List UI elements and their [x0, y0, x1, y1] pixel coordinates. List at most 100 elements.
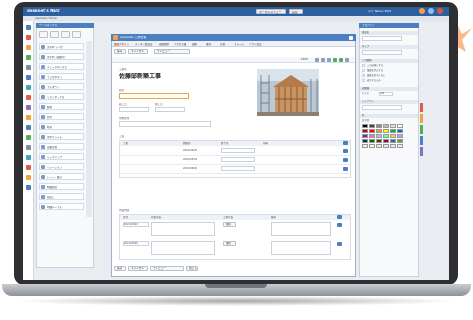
color-swatch[interactable] — [390, 139, 396, 143]
report-icon[interactable] — [26, 175, 31, 180]
color-swatch[interactable] — [383, 144, 389, 148]
color-swatch[interactable] — [397, 134, 403, 138]
property-input[interactable] — [362, 50, 402, 55]
toolbox-item[interactable]: ルックアップ — [39, 153, 84, 160]
home-icon[interactable] — [26, 25, 31, 30]
toolbox-item[interactable]: 自動計算 — [39, 143, 84, 150]
editor-tab[interactable]: 計算 — [220, 43, 225, 47]
color-swatch[interactable] — [369, 144, 375, 148]
color-swatch[interactable] — [362, 134, 368, 138]
detail-note-input[interactable] — [271, 222, 331, 236]
toolbox-item[interactable]: ラジオボタン — [39, 73, 84, 80]
schedule-icon[interactable] — [26, 35, 31, 40]
toolbox-item[interactable]: 日付 — [39, 113, 84, 120]
toolbox-item[interactable]: レーン・集計 — [39, 173, 84, 180]
grid-icon[interactable] — [327, 58, 331, 62]
address-icon[interactable] — [26, 105, 31, 110]
side-tab-purple[interactable] — [420, 147, 423, 156]
settings-button[interactable]: 設定 — [289, 9, 303, 14]
color-swatch[interactable] — [383, 129, 389, 133]
toolbox-item[interactable]: チェックボックス — [39, 63, 84, 70]
board-icon[interactable] — [26, 55, 31, 60]
bottom-save-button[interactable]: 保存 — [114, 266, 126, 271]
bottom-cancel-button[interactable]: キャンセル — [128, 266, 148, 271]
editor-tab[interactable]: 通知 — [192, 43, 197, 47]
color-swatch[interactable] — [397, 124, 403, 128]
bottom-close-button[interactable]: 閉じる — [186, 266, 198, 271]
toolbox-tool-frame[interactable] — [61, 31, 70, 38]
redo-icon[interactable] — [321, 58, 325, 62]
start-date-input[interactable] — [119, 107, 149, 112]
zoom-level[interactable]: 100% — [301, 58, 308, 62]
delete-icon[interactable] — [345, 58, 349, 62]
undo-icon[interactable] — [315, 58, 319, 62]
color-swatch[interactable] — [362, 129, 368, 133]
tab-active[interactable]: 部品デザイン — [114, 43, 129, 47]
toolbox-item[interactable]: 明細部品 — [39, 183, 84, 190]
toolbox-item[interactable]: 文字列（一行） — [39, 43, 84, 50]
detail-select-button[interactable]: 選択 — [223, 241, 236, 246]
mail-icon[interactable] — [26, 45, 31, 50]
detail-select-button[interactable]: 選択 — [223, 222, 236, 227]
detail-row-icon[interactable] — [337, 241, 342, 246]
color-swatch[interactable] — [369, 124, 375, 128]
color-swatch[interactable] — [390, 134, 396, 138]
property-input[interactable] — [362, 105, 402, 110]
property-checkbox[interactable] — [362, 74, 365, 77]
color-swatch[interactable] — [376, 134, 382, 138]
owner-field-input[interactable] — [119, 93, 189, 99]
color-swatch[interactable] — [376, 144, 382, 148]
site-address-input[interactable] — [119, 121, 211, 127]
toolbox-tool-image[interactable] — [72, 31, 81, 38]
editor-tab[interactable]: アプリ設定 — [249, 43, 262, 47]
toolbox-item[interactable]: 添付ファイル — [39, 133, 84, 140]
document-icon[interactable] — [26, 65, 31, 70]
color-swatch[interactable] — [383, 139, 389, 143]
close-icon[interactable] — [349, 35, 353, 40]
bottom-preview-button[interactable]: プレビュー — [150, 266, 184, 271]
color-swatch[interactable] — [362, 139, 368, 143]
toolbox-item[interactable]: 見出し — [39, 193, 84, 200]
toolbox-item[interactable]: プルダウン — [39, 83, 84, 90]
property-checkbox[interactable] — [362, 64, 365, 67]
toolbox-item[interactable]: 時刻 — [39, 123, 84, 130]
side-tab-green[interactable] — [420, 125, 423, 134]
toolbox-item[interactable]: リレーション — [39, 163, 84, 170]
circular-icon[interactable] — [26, 115, 31, 120]
color-swatch[interactable] — [376, 139, 382, 143]
user-avatar-icon[interactable] — [419, 8, 425, 14]
detail-content-input[interactable] — [151, 241, 215, 255]
process-table-cell-input[interactable] — [221, 166, 255, 171]
color-swatch[interactable] — [390, 124, 396, 128]
color-swatch[interactable] — [397, 139, 403, 143]
color-swatch[interactable] — [397, 144, 403, 148]
toolbox-tool-line[interactable] — [50, 31, 59, 38]
green-copy-icon[interactable] — [339, 58, 343, 62]
color-swatch[interactable] — [376, 124, 382, 128]
toolbox-item[interactable]: 文字列（複数行） — [39, 53, 84, 60]
side-tab-red[interactable] — [420, 103, 423, 112]
color-swatch[interactable] — [376, 129, 382, 133]
detail-note-input[interactable] — [271, 241, 331, 255]
row-action-icon[interactable] — [343, 166, 348, 171]
toolbox-item[interactable]: リストボックス — [39, 93, 84, 100]
workflow-icon[interactable] — [26, 75, 31, 80]
color-swatch[interactable] — [369, 139, 375, 143]
portal-menu-button[interactable]: ポータルメニュー — [256, 9, 286, 14]
color-swatch[interactable] — [397, 129, 403, 133]
editor-tab[interactable]: データ一覧設定 — [135, 43, 153, 47]
timecard-icon[interactable] — [26, 125, 31, 130]
appsuite-icon[interactable] — [26, 155, 31, 160]
end-date-input[interactable] — [155, 107, 185, 112]
detail-content-input[interactable] — [151, 222, 215, 236]
project-icon[interactable] — [26, 165, 31, 170]
detail-add-row-icon[interactable] — [337, 215, 342, 219]
process-table-cell-input[interactable] — [221, 148, 255, 153]
survey-icon[interactable] — [26, 145, 31, 150]
color-swatch[interactable] — [362, 124, 368, 128]
add-row-icon[interactable] — [343, 141, 348, 145]
row-action-icon[interactable] — [343, 148, 348, 153]
property-input[interactable] — [362, 36, 402, 41]
chat-icon[interactable] — [26, 135, 31, 140]
brand-logo[interactable]: desknet's NEO — [27, 9, 60, 13]
